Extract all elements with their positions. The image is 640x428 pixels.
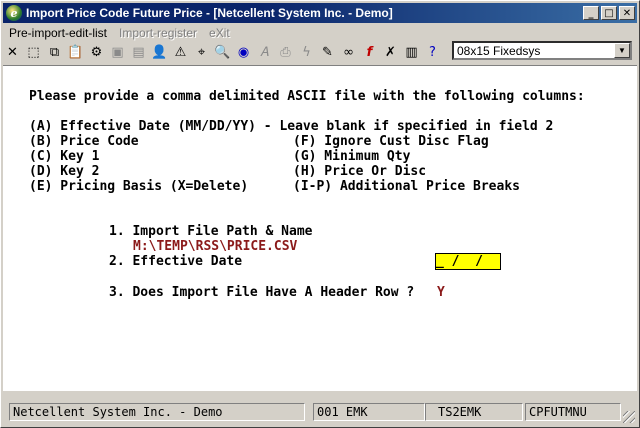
menu-import-register[interactable]: Import-register [113,26,203,40]
status-user: 001 EMK [313,403,425,421]
font-icon[interactable]: 𝐴 [255,42,274,62]
status-bar: Netcellent System Inc. - Demo 001 EMK TS… [3,393,637,425]
delete-icon[interactable]: ✗ [381,42,400,62]
instructions-text: Please provide a comma delimited ASCII f… [29,89,585,104]
menu-exit[interactable]: eXit [203,26,236,40]
globe-icon[interactable]: ◉ [234,42,253,62]
column-b: (B) Price Code [29,134,139,149]
link-icon[interactable]: ∞ [339,42,358,62]
column-g: (G) Minimum Qty [293,149,411,164]
close-icon[interactable]: ✕ [3,42,22,62]
column-f: (F) Ignore Cust Disc Flag [293,134,489,149]
field-1-label: 1. Import File Path & Name [109,224,313,239]
maximize-button[interactable]: □ [601,6,617,20]
lookup-icon[interactable]: 👤 [150,42,169,62]
status-session: TS2EMK [425,403,523,421]
font-select[interactable]: 08x15 Fixedsys ▼ [452,41,632,60]
function-icon[interactable]: f [360,42,379,62]
status-company: Netcellent System Inc. - Demo [9,403,305,421]
alert-icon[interactable]: ⚠ [171,42,190,62]
column-i-p: (I-P) Additional Price Breaks [293,179,520,194]
zoom-icon[interactable]: 🔍 [213,42,232,62]
minimize-button[interactable]: _ [583,6,599,20]
application-window: e Import Price Code Future Price - [Netc… [0,0,640,428]
effective-date-value: _ / / [436,254,483,269]
menu-pre-import-edit-list[interactable]: Pre-import-edit-list [3,26,113,40]
import-file-path-input[interactable]: M:\TEMP\RSS\PRICE.CSV [133,239,297,254]
column-a: (A) Effective Date (MM/DD/YY) - Leave bl… [29,119,554,134]
column-h: (H) Price Or Disc [293,164,427,179]
column-d: (D) Key 2 [29,164,100,179]
field-2-label: 2. Effective Date [109,254,243,269]
resize-grip-icon[interactable] [623,411,635,423]
settings-icon[interactable]: ⚙ [87,42,106,62]
column-c: (C) Key 1 [29,149,100,164]
app-icon[interactable]: e [6,5,22,21]
window-title: Import Price Code Future Price - [Netcel… [26,6,393,20]
copy-icon[interactable]: ⧉ [45,42,64,62]
title-bar[interactable]: e Import Price Code Future Price - [Netc… [3,3,637,23]
field-3-label: 3. Does Import File Have A Header Row ? [109,285,415,300]
font-select-value: 08x15 Fixedsys [457,43,541,58]
effective-date-input[interactable]: _ / / [435,253,501,270]
paste-icon[interactable]: 📋 [66,42,85,62]
binoculars-icon[interactable]: ⌖ [192,42,211,62]
status-program: CPFUTMNU [525,403,621,421]
header-row-input[interactable]: Y [437,285,445,300]
help-icon[interactable]: ? [423,42,442,62]
list-icon[interactable]: ▤ [129,42,148,62]
close-button[interactable]: ✕ [619,6,635,20]
main-content: Please provide a comma delimited ASCII f… [3,65,637,391]
edit-icon[interactable]: ✎ [318,42,337,62]
select-icon[interactable]: ⬚ [24,42,43,62]
menu-bar: Pre-import-edit-list Import-register eXi… [3,24,637,42]
chevron-down-icon[interactable]: ▼ [614,43,630,58]
print-icon[interactable]: ⎙ [276,42,295,62]
column-e: (E) Pricing Basis (X=Delete) [29,179,249,194]
lightning-icon[interactable]: ϟ [297,42,316,62]
notepad-icon[interactable]: ▥ [402,42,421,62]
window-icon[interactable]: ▣ [108,42,127,62]
